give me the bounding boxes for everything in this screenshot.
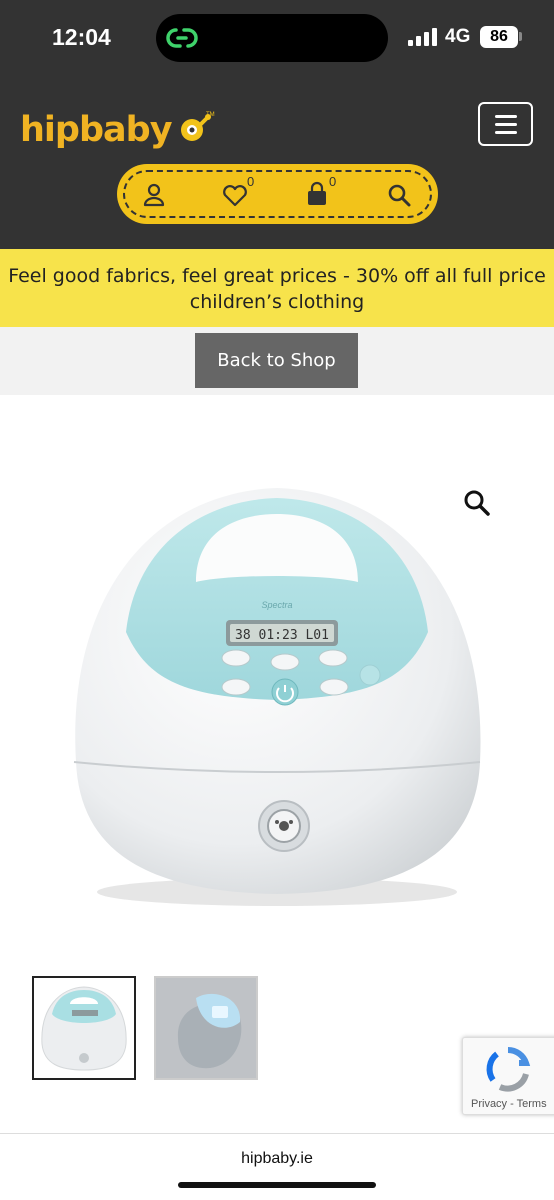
menu-line — [495, 115, 517, 118]
back-to-shop-button[interactable]: Back to Shop — [195, 333, 358, 388]
menu-line — [495, 131, 517, 134]
cart-count: 0 — [329, 174, 337, 189]
wishlist-count: 0 — [247, 174, 255, 189]
site-logo[interactable]: hipbaby TM — [20, 104, 218, 150]
menu-button[interactable] — [478, 102, 533, 146]
link-app-icon — [166, 28, 198, 48]
thumbnail-side-image — [156, 978, 256, 1078]
thumbnail-front-image — [34, 978, 134, 1078]
menu-line — [495, 123, 517, 126]
recaptcha-links[interactable]: Privacy - Terms — [471, 1098, 547, 1110]
recaptcha-badge[interactable]: Privacy - Terms — [462, 1037, 554, 1115]
status-time: 12:04 — [52, 24, 111, 50]
home-indicator[interactable] — [178, 1182, 376, 1188]
thumbnail-side[interactable] — [154, 976, 258, 1080]
product-image-breast-pump[interactable]: 38 01:23 L01 Spectra — [66, 482, 488, 912]
logo-tm: TM — [206, 112, 215, 118]
search-icon[interactable] — [384, 180, 414, 210]
signal-icon — [408, 28, 437, 46]
svg-text:Spectra: Spectra — [261, 600, 292, 610]
logo-text: hipbaby — [20, 110, 173, 150]
thumbnail-front[interactable] — [32, 976, 136, 1080]
battery-tip — [519, 32, 522, 41]
cart-bag-icon[interactable] — [302, 180, 332, 210]
recaptcha-icon — [486, 1047, 531, 1092]
promo-text: Feel good fabrics, feel great prices - 3… — [8, 265, 546, 313]
account-icon[interactable] — [139, 180, 169, 210]
network-type: 4G — [445, 26, 471, 47]
browser-url[interactable]: hipbaby.ie — [0, 1150, 554, 1168]
wishlist-heart-icon[interactable] — [220, 180, 250, 210]
battery-icon: 86 — [480, 26, 518, 48]
status-bar: 12:04 4G 86 — [0, 0, 554, 80]
promo-banner[interactable]: Feel good fabrics, feel great prices - 3… — [0, 249, 554, 327]
logo-rattle-icon: TM — [180, 112, 215, 141]
pump-lcd-display: 38 01:23 L01 — [235, 628, 329, 643]
